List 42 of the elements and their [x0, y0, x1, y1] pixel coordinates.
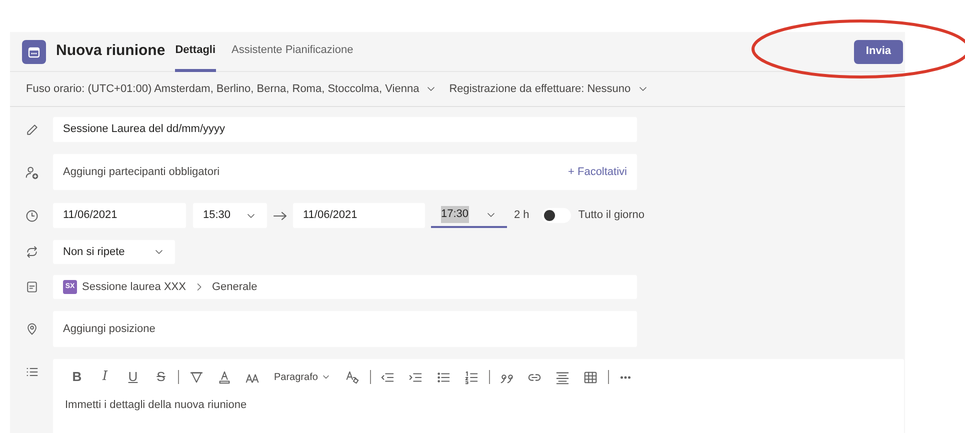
title-field[interactable]: Sessione Laurea del dd/mm/yyyy — [53, 117, 637, 142]
location-pin-icon — [24, 322, 38, 336]
bold-button[interactable]: B — [63, 367, 91, 387]
dropdown[interactable]: Registrazione da effettuare: Nessuno — [449, 80, 649, 98]
repeat-dropdown[interactable]: Non si ripete — [53, 240, 175, 264]
clear-format-icon[interactable] — [345, 370, 360, 384]
date-field[interactable]: 11/06/2021 — [293, 203, 425, 228]
placeholder-text: Aggiungi partecipanti obbligatori — [63, 164, 221, 180]
all-day-toggle[interactable] — [542, 208, 572, 223]
font-color-icon[interactable] — [216, 370, 232, 384]
pencil-icon — [24, 122, 38, 136]
person-add-icon — [24, 164, 39, 180]
strikethrough-button[interactable]: S — [147, 367, 175, 387]
optional-attendees-link[interactable]: + Facoltativi — [568, 164, 627, 180]
underline-button[interactable]: U — [119, 367, 147, 387]
bulleted-list-icon[interactable] — [436, 370, 452, 384]
send-button[interactable]: Invia — [854, 40, 903, 64]
location-field[interactable]: Aggiungi posizione — [53, 311, 637, 347]
channel-icon — [24, 280, 38, 294]
table-icon[interactable] — [583, 370, 598, 384]
italic-button[interactable]: I — [91, 367, 119, 387]
repeat-icon — [24, 245, 38, 259]
date-field[interactable]: 11/06/2021 — [53, 203, 186, 228]
duration-text: 2 h — [514, 208, 530, 224]
tab[interactable]: Dettagli — [175, 32, 216, 72]
team-name: Sessione laurea XXX — [82, 280, 186, 295]
align-icon[interactable] — [555, 370, 570, 384]
time-dropdown[interactable]: 17:30 — [431, 203, 507, 228]
paragraph-dropdown[interactable]: Paragrafo — [274, 370, 331, 384]
list-icon — [24, 365, 38, 379]
clock-icon — [24, 208, 38, 222]
channel-name: Generale — [212, 280, 258, 295]
tab[interactable]: Assistente Pianificazione — [232, 32, 354, 72]
all-day-label: Tutto il giorno — [578, 208, 645, 224]
numbered-list-icon[interactable] — [464, 370, 480, 384]
dropdown[interactable]: Fuso orario: (UTC+01:00) Amsterdam, Berlino, Berna, Roma, Stoccolma, Vienna — [26, 80, 438, 98]
highlighter-icon[interactable] — [188, 370, 204, 384]
calendar-icon — [22, 40, 46, 64]
time-dropdown[interactable]: 15:30 — [193, 203, 267, 228]
meeting-title: Nuova riunione — [56, 41, 166, 62]
details-field[interactable]: Immetti i dettagli della nuova riunione — [63, 391, 894, 433]
attendees-field[interactable]: Aggiungi partecipanti obbligatori + Facoltativi — [53, 154, 637, 190]
